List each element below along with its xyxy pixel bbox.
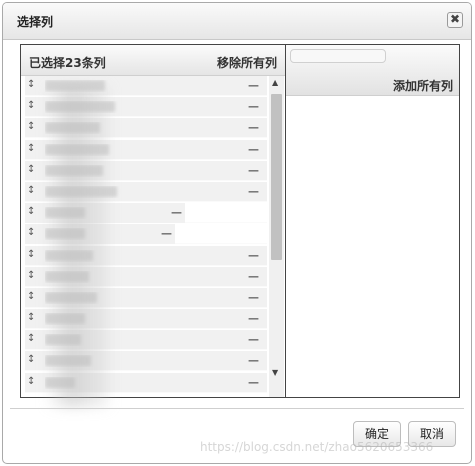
scroll-down-icon[interactable]: ▼ bbox=[272, 368, 278, 377]
column-name-redacted bbox=[45, 313, 245, 325]
selected-column-row[interactable]: ↕ — bbox=[25, 203, 267, 224]
add-all-link[interactable]: 添加所有列 bbox=[393, 77, 453, 94]
selected-column-row[interactable]: ↕ — bbox=[25, 330, 267, 351]
remove-column-icon[interactable]: — bbox=[248, 143, 259, 156]
remove-column-icon[interactable]: — bbox=[248, 100, 259, 113]
selected-count-label: 已选择23条列 bbox=[29, 56, 106, 70]
column-name-redacted bbox=[45, 270, 245, 283]
column-name-redacted bbox=[45, 291, 245, 304]
selected-column-row[interactable]: ↕ — bbox=[25, 287, 267, 308]
column-search-input[interactable] bbox=[290, 49, 386, 63]
drag-handle-icon[interactable]: ↕ bbox=[27, 100, 35, 111]
drag-handle-icon[interactable]: ↕ bbox=[27, 164, 35, 175]
selected-column-row[interactable]: ↕ — bbox=[25, 160, 267, 181]
column-name-redacted bbox=[45, 164, 245, 177]
column-name-redacted bbox=[45, 376, 245, 389]
footer-divider bbox=[10, 408, 464, 409]
selected-column-row[interactable]: ↕ — bbox=[25, 224, 267, 245]
redaction-blur bbox=[45, 270, 89, 282]
remove-column-icon[interactable]: — bbox=[161, 227, 172, 240]
remove-column-icon[interactable]: — bbox=[171, 206, 182, 219]
column-name-redacted bbox=[45, 143, 245, 156]
redaction-blur bbox=[45, 101, 115, 113]
redaction-blur bbox=[45, 122, 100, 134]
column-name-redacted bbox=[45, 80, 245, 92]
remove-column-icon[interactable]: — bbox=[248, 249, 259, 262]
close-icon[interactable]: ✖ bbox=[447, 12, 463, 28]
remove-all-link[interactable]: 移除所有列 bbox=[217, 54, 277, 71]
drag-handle-icon[interactable]: ↕ bbox=[27, 206, 35, 217]
select-columns-dialog: 选择列 ✖ 已选择23条列 移除所有列 ↕ — ↕ — ↕ — ↕ — ↕ — ↕ — ↕ — ↕ — ↕ — ↕ —… bbox=[2, 2, 472, 464]
dialog-titlebar[interactable]: 选择列 ✖ bbox=[3, 3, 471, 40]
column-chooser: 已选择23条列 移除所有列 ↕ — ↕ — ↕ — ↕ — ↕ — ↕ — ↕ — ↕ — ↕ — ↕ — ↕ — ↕ — ↕ —… bbox=[20, 44, 460, 407]
scroll-thumb[interactable] bbox=[271, 94, 282, 260]
remove-column-icon[interactable]: — bbox=[248, 185, 259, 198]
drag-handle-icon[interactable]: ↕ bbox=[27, 376, 35, 387]
selected-column-row[interactable]: ↕ — bbox=[25, 139, 267, 160]
redaction-blur bbox=[45, 355, 91, 367]
redaction-blur bbox=[45, 164, 103, 176]
selected-column-row[interactable]: ↕ — bbox=[25, 97, 267, 118]
remove-column-icon[interactable]: — bbox=[248, 270, 259, 283]
redaction-blur bbox=[45, 80, 105, 91]
redaction-blur bbox=[45, 185, 117, 197]
remove-column-icon[interactable]: — bbox=[248, 164, 259, 177]
available-columns-panel: 添加所有列 bbox=[286, 45, 459, 397]
column-name-redacted bbox=[45, 334, 245, 346]
remove-column-icon[interactable]: — bbox=[248, 333, 259, 346]
remove-column-icon[interactable]: — bbox=[248, 312, 259, 325]
redaction-blur bbox=[45, 228, 85, 240]
remove-column-icon[interactable]: — bbox=[248, 376, 259, 389]
selected-columns-header: 已选择23条列 移除所有列 bbox=[21, 45, 285, 76]
selected-column-row[interactable]: ↕ — bbox=[25, 372, 267, 393]
remove-column-icon[interactable]: — bbox=[248, 79, 259, 92]
column-name-redacted bbox=[45, 355, 245, 367]
drag-handle-icon[interactable]: ↕ bbox=[27, 79, 35, 90]
drag-handle-icon[interactable]: ↕ bbox=[27, 185, 35, 196]
redaction-blur bbox=[45, 207, 85, 219]
selected-column-row[interactable]: ↕ — bbox=[25, 309, 267, 330]
selected-columns-list: ↕ — ↕ — ↕ — ↕ — ↕ — ↕ — ↕ — ↕ — ↕ — ↕ — ↕ — ↕ — ↕ — ↕ — ↕ — bbox=[21, 76, 269, 397]
column-name-redacted bbox=[45, 228, 245, 240]
redaction-blur bbox=[45, 313, 85, 325]
selected-columns-panel: 已选择23条列 移除所有列 ↕ — ↕ — ↕ — ↕ — ↕ — ↕ — ↕ — ↕ — ↕ — ↕ — ↕ — ↕ — ↕ —… bbox=[21, 45, 286, 407]
redaction-blur bbox=[45, 376, 75, 388]
selected-column-row[interactable]: ↕ — bbox=[25, 181, 267, 202]
remove-column-icon[interactable]: — bbox=[248, 121, 259, 134]
drag-handle-icon[interactable]: ↕ bbox=[27, 354, 35, 365]
drag-handle-icon[interactable]: ↕ bbox=[27, 312, 35, 323]
column-name-redacted bbox=[45, 185, 245, 198]
remove-column-icon[interactable]: — bbox=[248, 291, 259, 304]
selected-column-row[interactable]: ↕ — bbox=[25, 118, 267, 139]
available-columns-header: 添加所有列 bbox=[286, 45, 459, 96]
redaction-blur bbox=[45, 143, 109, 155]
redaction-blur bbox=[45, 249, 93, 261]
list-scrollbar[interactable]: ▲ ▼ bbox=[269, 76, 284, 397]
watermark: https://blog.csdn.net/zhao5620653366 bbox=[200, 440, 434, 454]
selected-column-row[interactable]: ↕ — bbox=[25, 76, 267, 96]
drag-handle-icon[interactable]: ↕ bbox=[27, 291, 35, 302]
drag-handle-icon[interactable]: ↕ bbox=[27, 249, 35, 260]
scroll-up-icon[interactable]: ▲ bbox=[272, 78, 278, 87]
redaction-blur bbox=[45, 291, 97, 303]
redaction-blur bbox=[45, 334, 81, 346]
drag-handle-icon[interactable]: ↕ bbox=[27, 143, 35, 154]
column-name-redacted bbox=[45, 249, 245, 262]
column-name-redacted bbox=[45, 207, 245, 219]
selected-column-row[interactable]: ↕ — bbox=[25, 351, 267, 372]
column-name-redacted bbox=[45, 101, 245, 113]
remove-column-icon[interactable]: — bbox=[248, 354, 259, 367]
column-name-redacted bbox=[45, 122, 245, 134]
selected-column-row[interactable]: ↕ — bbox=[25, 266, 267, 287]
drag-handle-icon[interactable]: ↕ bbox=[27, 227, 35, 238]
drag-handle-icon[interactable]: ↕ bbox=[27, 270, 35, 281]
drag-handle-icon[interactable]: ↕ bbox=[27, 121, 35, 132]
dialog-title: 选择列 bbox=[17, 15, 54, 29]
selected-column-row[interactable]: ↕ — bbox=[25, 245, 267, 266]
drag-handle-icon[interactable]: ↕ bbox=[27, 333, 35, 344]
